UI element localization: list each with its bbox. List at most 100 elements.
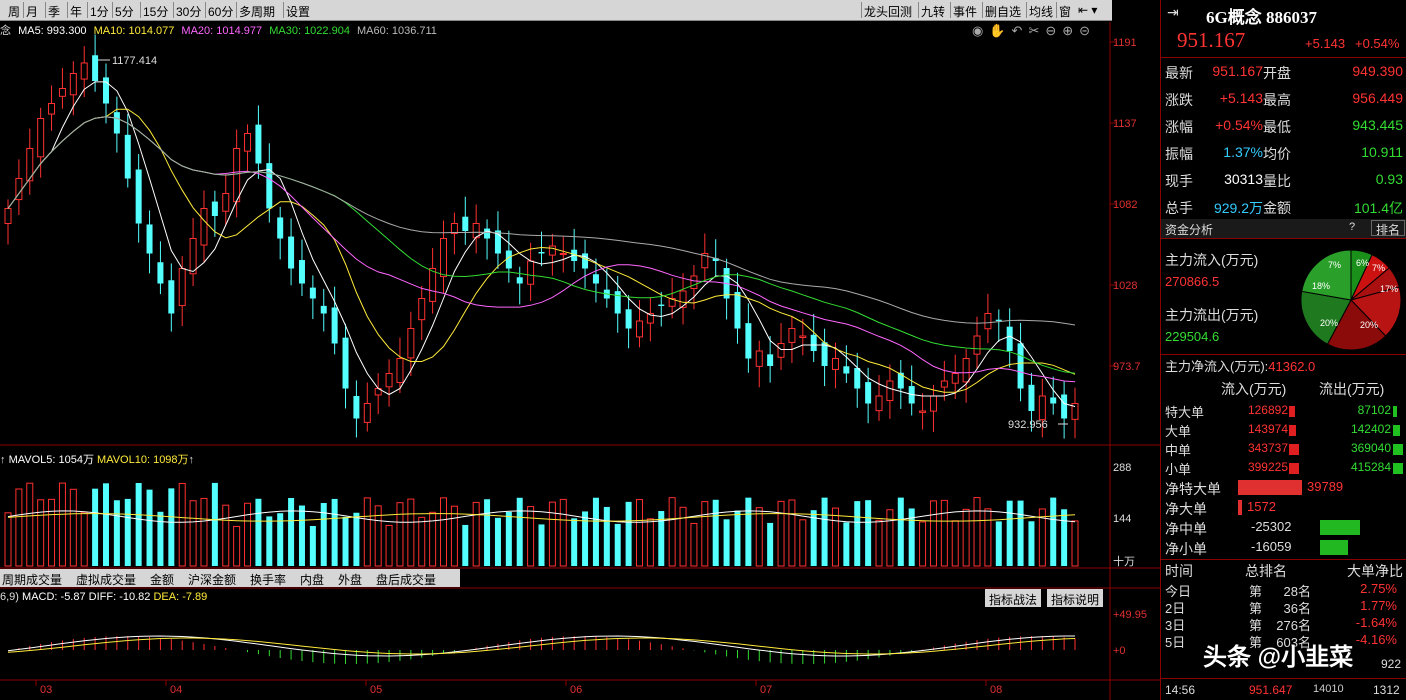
volume-bar [635, 499, 643, 567]
net-label: 净大单 [1165, 501, 1207, 517]
main-inflow-label: 主力流入(万元) [1165, 252, 1259, 268]
candle-body [1050, 397, 1057, 404]
month-label: 07 [760, 684, 772, 696]
macd-tick-label: +49.95 [1113, 609, 1147, 621]
panel-arrow-icon[interactable]: ⇥ [1167, 4, 1179, 21]
candle-body [363, 403, 371, 423]
volume-bar [124, 498, 131, 566]
volume-bar [984, 508, 992, 567]
quote-label2: 开盘 [1263, 65, 1291, 81]
net-bar [1320, 520, 1360, 535]
candle-body [418, 298, 426, 321]
vol-tabs: 周期成交量 虚拟成交量 金额 沪深金额 换手率 内盘 外盘 盘后成交量 [0, 569, 460, 587]
net-row: 净大单 1572 [1165, 498, 1403, 517]
stock-terminal: 周月季年 1分 5分 15分 30分 60分 多周期 设置 龙头回测 九转 事件 删自选 均线窗 ⇤ ▾ … [0, 0, 1406, 700]
rank-ratio: 2.75% [1360, 581, 1397, 596]
tick-partial: 922 [1381, 657, 1402, 671]
candle-body [690, 275, 698, 289]
flow-in-value: 343737 [1247, 441, 1288, 455]
flow-label: 特大单 [1165, 405, 1205, 420]
price-tick-label: 1191 [1113, 37, 1137, 49]
flow-label: 中单 [1165, 443, 1192, 458]
candle-body [559, 253, 567, 256]
tab-indicator-help[interactable]: 指标说明 [1047, 589, 1104, 607]
volume-bar [298, 505, 305, 566]
flow-out-bar [1393, 425, 1400, 436]
volume-bar [897, 497, 904, 566]
pie-label: 20% [1360, 320, 1378, 330]
quote-label: 振幅 [1165, 146, 1193, 162]
volume-bar [244, 502, 252, 567]
tab-indicator-tactics[interactable]: 指标战法 [985, 589, 1042, 607]
candle-body [1038, 395, 1046, 421]
vol-tab[interactable]: 盘后成交量 [376, 571, 436, 588]
volume-bar [1017, 500, 1024, 566]
tick-time: 14:56 [1165, 683, 1196, 697]
volume-bar [200, 497, 208, 567]
quote-value2: 949.390 [1352, 63, 1403, 79]
candle-body [658, 304, 665, 306]
volume-bar [854, 501, 861, 566]
vol-tab[interactable]: 外盘 [338, 571, 362, 588]
rank-ratio: -4.16% [1355, 632, 1397, 647]
vol-tab[interactable]: 金额 [150, 571, 174, 588]
volume-bar [342, 516, 349, 566]
candle-body [919, 410, 927, 413]
candle-body [973, 335, 981, 355]
candle-body [865, 382, 872, 404]
volume-bar [1028, 521, 1035, 566]
main-outflow-label: 主力流出(万元) [1165, 307, 1259, 323]
rank-header: 时间 总排名 大单净比 [1165, 563, 1403, 579]
volume-bar [668, 497, 676, 567]
flow-in-value: 143974 [1247, 422, 1288, 436]
volume-bar [777, 500, 785, 567]
help-icon[interactable]: ? [1349, 221, 1355, 233]
candle-body [940, 380, 948, 388]
flow-in-bar [1289, 444, 1299, 455]
volume-bar [255, 498, 262, 566]
quote-label2: 量比 [1263, 173, 1291, 189]
vol-tab[interactable]: 内盘 [300, 571, 324, 588]
candle-body [886, 380, 894, 402]
vol-tab[interactable]: 周期成交量 [2, 571, 62, 588]
volume-bar [189, 500, 197, 567]
volume-bar [875, 519, 883, 567]
month-label: 03 [40, 684, 52, 696]
candle-body [385, 373, 393, 388]
fund-header: 资金分析 ? 排名 [1161, 219, 1406, 239]
volume-bar [396, 502, 404, 567]
quote-label: 涨跌 [1165, 92, 1193, 108]
volume-bar [69, 488, 77, 567]
volume-bar [58, 482, 66, 567]
vol-tab[interactable]: 虚拟成交量 [76, 571, 136, 588]
candle-body [124, 134, 131, 179]
vol-tab[interactable]: 沪深金额 [188, 571, 236, 588]
candle-body [440, 238, 448, 278]
quote-value2: 956.449 [1352, 90, 1403, 106]
volume-bar [1071, 520, 1079, 567]
price-tick-label: 973.7 [1113, 361, 1141, 373]
candle-body [244, 133, 252, 152]
rank-button[interactable]: 排名 [1371, 220, 1405, 237]
volume-bar [494, 517, 501, 566]
flow-row: 大单 143974 142402 [1165, 421, 1403, 439]
net-bar [1238, 480, 1302, 495]
volume-bar [331, 498, 338, 566]
volume-bar [353, 512, 360, 566]
volume-bar [799, 519, 807, 567]
mavol5-label: MAVOL5: 1054万 [8, 454, 94, 466]
candle-body [58, 88, 66, 97]
net-inflow-label: 主力净流入(万元): [1165, 359, 1269, 374]
vol-tab[interactable]: 换手率 [250, 571, 286, 588]
net-value: 39789 [1307, 479, 1344, 494]
candle-body [288, 236, 295, 269]
candle-body [462, 216, 469, 231]
volume-bar [374, 505, 382, 567]
flow-out-bar [1393, 406, 1397, 417]
candle-body [995, 319, 1002, 321]
candle-body [320, 305, 327, 314]
main-net-inflow: 主力净流入(万元):41362.0 [1165, 356, 1315, 375]
volume-bar [450, 505, 458, 567]
macd-legend: 6,9) MACD: -5.87 DIFF: -10.82 DEA: -7.89 [0, 591, 207, 603]
quote-row: 现手 30313 量比 0.93 [1165, 167, 1403, 193]
